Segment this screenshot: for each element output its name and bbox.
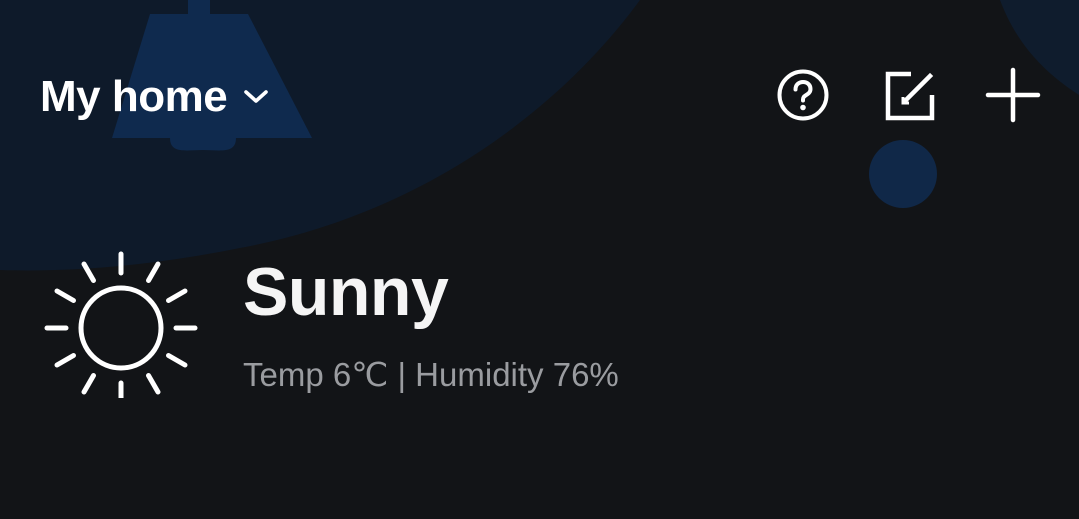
add-button[interactable] xyxy=(984,67,1042,128)
weather-condition: Sunny xyxy=(243,254,449,330)
edit-button[interactable] xyxy=(880,68,938,126)
weather-card[interactable]: Sunny Temp 6℃ | Humidity 76% xyxy=(0,230,1079,410)
sun-icon xyxy=(42,240,200,405)
app-header: My home xyxy=(0,0,1079,190)
weather-details: Temp 6℃ | Humidity 76% xyxy=(243,356,619,393)
home-title: My home xyxy=(40,72,228,121)
help-circle-icon xyxy=(775,67,831,128)
chevron-down-icon xyxy=(241,82,271,112)
home-selector[interactable]: My home xyxy=(40,70,271,124)
plus-icon xyxy=(985,67,1041,128)
edit-icon xyxy=(881,67,937,128)
help-button[interactable] xyxy=(774,68,832,126)
